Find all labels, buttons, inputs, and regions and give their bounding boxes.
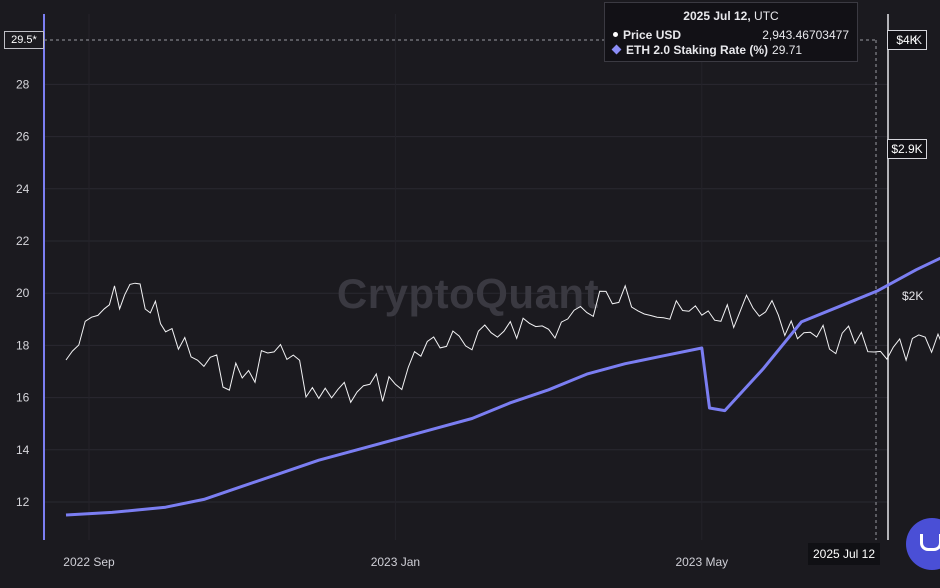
hover-tooltip: 2025 Jul 12, UTC Price USD 2,943.4670347… bbox=[604, 2, 858, 62]
y-left-tick-label: 22 bbox=[16, 234, 30, 248]
tooltip-row-price: Price USD 2,943.46703477 bbox=[613, 27, 849, 42]
tooltip-staking-label: ETH 2.0 Staking Rate (%) bbox=[626, 42, 769, 57]
tooltip-price-value: 2,943.46703477 bbox=[762, 27, 849, 42]
tooltip-date: 2025 Jul 12 bbox=[683, 9, 748, 23]
left-axis-ticks: 12 14 16 18 20 22 24 26 28 bbox=[16, 77, 30, 509]
x-tick-label: 2022 Sep bbox=[63, 555, 115, 569]
crosshair-date-label: 2025 Jul 12 bbox=[808, 543, 880, 565]
staking-diamond-icon bbox=[611, 44, 622, 55]
price-dot-icon bbox=[613, 32, 618, 37]
tooltip-title: 2025 Jul 12, UTC bbox=[683, 9, 779, 23]
x-tick-label: 2023 May bbox=[675, 555, 728, 569]
y-left-tick-label: 24 bbox=[16, 182, 30, 196]
y-left-tick-label: 16 bbox=[16, 391, 30, 405]
chat-icon bbox=[920, 534, 940, 551]
right-axis-ticks: $2K bbox=[902, 289, 923, 303]
y-left-tick-label: 14 bbox=[16, 443, 30, 457]
y-left-tick-label: 28 bbox=[16, 77, 30, 91]
tooltip-price-label: Price USD bbox=[623, 27, 682, 42]
tooltip-tz: UTC bbox=[754, 9, 779, 23]
right-k-label: K bbox=[914, 33, 923, 47]
watermark: CryptoQuant bbox=[337, 270, 599, 317]
y-right-tick-label: $2K bbox=[902, 289, 923, 303]
y-left-tick-label: 18 bbox=[16, 338, 30, 352]
y-left-tick-label: 20 bbox=[16, 286, 30, 300]
tooltip-row-staking: ETH 2.0 Staking Rate (%) 29.71 bbox=[611, 42, 849, 57]
y-left-tick-label: 12 bbox=[16, 495, 30, 509]
chart-canvas: CryptoQuant 12 14 16 18 20 22 24 26 28 $2K 2022 … bbox=[0, 0, 940, 588]
y-left-tick-label: 26 bbox=[16, 130, 30, 144]
x-tick-label: 2023 Jan bbox=[371, 555, 420, 569]
right-badge-price: $2.9K bbox=[887, 139, 927, 159]
crosshair-y-label: 29.5* bbox=[4, 31, 44, 49]
tooltip-staking-value: 29.71 bbox=[772, 42, 803, 57]
